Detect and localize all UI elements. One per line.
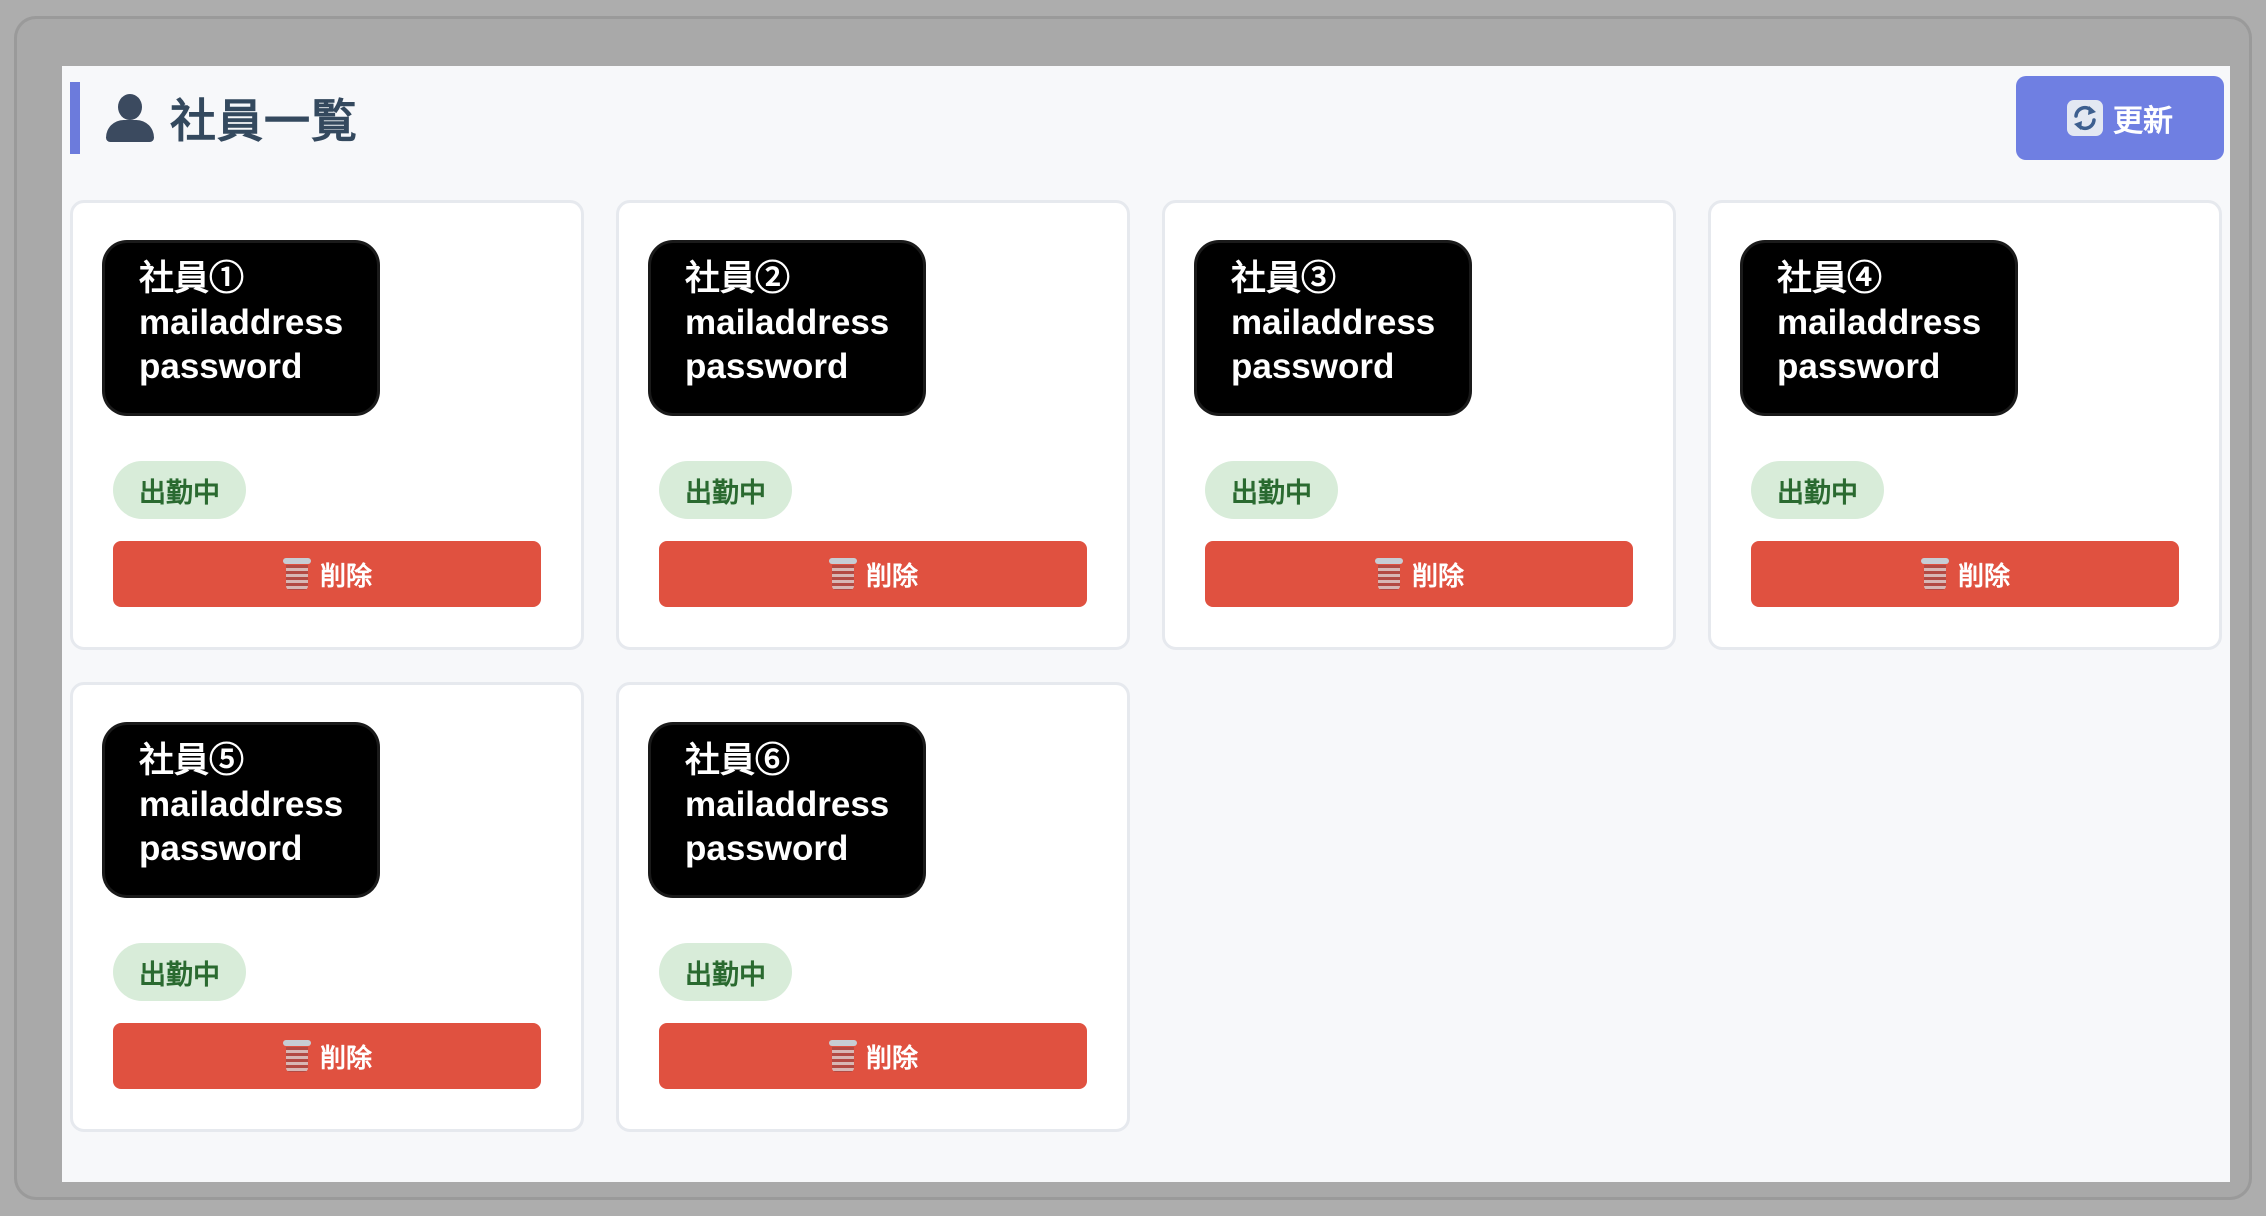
employee-name: 社員④	[1777, 259, 1883, 298]
employee-password: password	[139, 829, 303, 868]
delete-label: 削除	[1411, 561, 1464, 592]
delete-label: 削除	[865, 561, 918, 592]
window-frame: 社員一覧 更新 社員① mailaddress password 出勤中 削除 …	[14, 16, 2252, 1200]
status-badge: 出勤中	[1751, 461, 1884, 519]
delete-button[interactable]: 削除	[659, 541, 1087, 607]
status-badge: 出勤中	[659, 461, 792, 519]
trash-icon	[1374, 557, 1404, 591]
employee-grid: 社員① mailaddress password 出勤中 削除 社員② mail…	[70, 200, 2224, 1132]
delete-label: 削除	[319, 561, 372, 592]
employee-email: mailaddress	[139, 303, 344, 342]
page-header: 社員一覧	[70, 82, 358, 154]
person-icon	[106, 92, 154, 144]
employee-password: password	[685, 347, 849, 386]
employee-password: password	[685, 829, 849, 868]
employee-info-block: 社員⑤ mailaddress password	[105, 725, 378, 895]
employee-name: 社員②	[685, 259, 791, 298]
trash-icon	[828, 1039, 858, 1073]
employee-info-block: 社員② mailaddress password	[651, 243, 924, 413]
employee-email: mailaddress	[1231, 303, 1436, 342]
employee-password: password	[139, 347, 303, 386]
employee-name: 社員③	[1231, 259, 1337, 298]
employee-email: mailaddress	[685, 303, 890, 342]
status-badge: 出勤中	[113, 943, 246, 1001]
status-badge: 出勤中	[113, 461, 246, 519]
employee-email: mailaddress	[139, 785, 344, 824]
employee-email: mailaddress	[685, 785, 890, 824]
employee-card: 社員④ mailaddress password 出勤中 削除	[1708, 200, 2222, 650]
delete-button[interactable]: 削除	[113, 1023, 541, 1089]
employee-card: 社員⑥ mailaddress password 出勤中 削除	[616, 682, 1130, 1132]
employee-password: password	[1231, 347, 1395, 386]
employee-name: 社員⑤	[139, 741, 245, 780]
delete-label: 削除	[865, 1043, 918, 1074]
refresh-icon	[2067, 100, 2103, 136]
delete-button[interactable]: 削除	[1751, 541, 2179, 607]
employee-password: password	[1777, 347, 1941, 386]
employee-card: 社員⑤ mailaddress password 出勤中 削除	[70, 682, 584, 1132]
employee-info-block: 社員③ mailaddress password	[1197, 243, 1470, 413]
employee-info-block: 社員⑥ mailaddress password	[651, 725, 924, 895]
delete-button[interactable]: 削除	[1205, 541, 1633, 607]
trash-icon	[1920, 557, 1950, 591]
employee-info-block: 社員① mailaddress password	[105, 243, 378, 413]
employee-card: 社員② mailaddress password 出勤中 削除	[616, 200, 1130, 650]
trash-icon	[282, 557, 312, 591]
employee-name: 社員①	[139, 259, 245, 298]
employee-email: mailaddress	[1777, 303, 1982, 342]
delete-button[interactable]: 削除	[113, 541, 541, 607]
trash-icon	[282, 1039, 312, 1073]
status-badge: 出勤中	[1205, 461, 1338, 519]
employee-card: 社員③ mailaddress password 出勤中 削除	[1162, 200, 1676, 650]
refresh-button[interactable]: 更新	[2016, 76, 2224, 160]
delete-label: 削除	[319, 1043, 372, 1074]
delete-button[interactable]: 削除	[659, 1023, 1087, 1089]
employee-name: 社員⑥	[685, 741, 791, 780]
status-badge: 出勤中	[659, 943, 792, 1001]
employee-list-panel: 社員一覧 更新 社員① mailaddress password 出勤中 削除 …	[62, 66, 2230, 1182]
refresh-label: 更新	[2113, 104, 2173, 139]
employee-info-block: 社員④ mailaddress password	[1743, 243, 2016, 413]
page-title: 社員一覧	[170, 94, 358, 148]
trash-icon	[828, 557, 858, 591]
employee-card: 社員① mailaddress password 出勤中 削除	[70, 200, 584, 650]
delete-label: 削除	[1957, 561, 2010, 592]
